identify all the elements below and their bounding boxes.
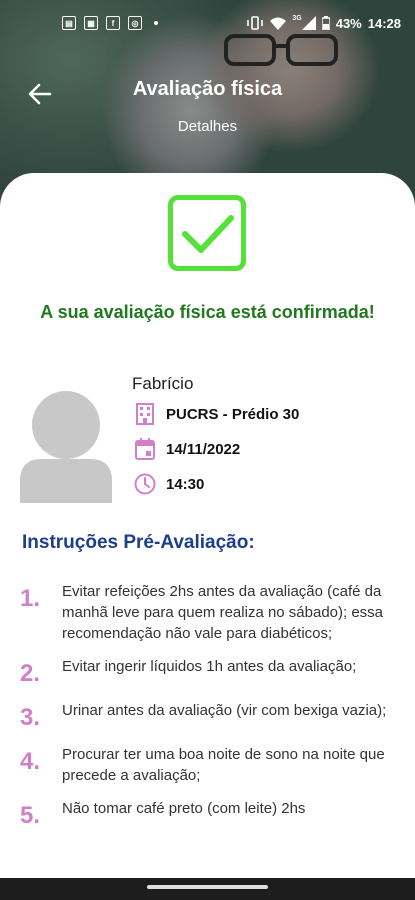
page-subtitle: Detalhes <box>177 118 238 135</box>
item-number: 1. <box>20 585 41 612</box>
instructions-title: Instruções Pré-Avaliação: <box>22 532 255 553</box>
building-icon <box>134 403 156 425</box>
list-item: 5. Não tomar café preto (com leite) 2hs <box>20 798 400 830</box>
time-row: 14:30 <box>134 473 204 495</box>
date-text: 14/11/2022 <box>166 440 241 458</box>
location-row: PUCRS - Prédio 30 <box>134 403 299 425</box>
item-number: 2. <box>20 660 41 687</box>
gallery-icon: ▦ <box>84 16 98 30</box>
item-number: 3. <box>20 704 41 731</box>
notification-icon: ▤ <box>62 16 76 30</box>
item-number: 4. <box>20 748 41 775</box>
signal-icon <box>301 16 316 30</box>
status-bar: ▤ ▦ f ◎ 3G 43% 14:28 <box>0 0 415 46</box>
wifi-icon <box>270 17 287 30</box>
vibrate-icon <box>247 16 264 30</box>
item-text: Urinar antes da avaliação (vir com bexig… <box>62 702 387 719</box>
location-text: PUCRS - Prédio 30 <box>166 405 300 423</box>
instructions-list: 1. Evitar refeições 2hs antes da avaliaç… <box>20 581 400 842</box>
item-number: 5. <box>20 802 41 829</box>
confirmation-message: A sua avaliação física está confirmada! <box>40 302 375 322</box>
user-avatar-icon <box>20 391 112 503</box>
item-text: Evitar ingerir líquidos 1h antes da aval… <box>62 658 357 675</box>
item-text: Procurar ter uma boa noite de sono na no… <box>62 746 385 784</box>
time-text: 14:30 <box>166 475 205 493</box>
list-item: 3. Urinar antes da avaliação (vir com be… <box>20 700 400 732</box>
list-item: 1. Evitar refeições 2hs antes da avaliaç… <box>20 581 400 644</box>
battery-icon <box>321 16 330 30</box>
item-text: Não tomar café preto (com leite) 2hs <box>62 800 306 817</box>
facebook-icon: f <box>106 16 120 30</box>
home-gesture-handle[interactable] <box>147 885 268 889</box>
page-title: Avaliação física <box>132 78 283 100</box>
network-type: 3G <box>292 14 302 22</box>
instagram-icon: ◎ <box>128 16 142 30</box>
clock: 14:28 <box>367 15 401 31</box>
more-notifications-dot <box>154 21 158 25</box>
date-row: 14/11/2022 <box>134 438 240 460</box>
calendar-icon <box>134 438 156 460</box>
app-bar: Avaliação física Detalhes <box>0 70 415 150</box>
list-item: 2. Evitar ingerir líquidos 1h antes da a… <box>20 656 400 688</box>
details-card: A sua avaliação física está confirmada! … <box>0 173 415 878</box>
clock-icon <box>134 473 156 495</box>
item-text: Evitar refeições 2hs antes da avaliação … <box>62 583 384 642</box>
battery-percent: 43% <box>335 15 362 31</box>
confirmation-check-icon <box>168 195 246 271</box>
user-name: Fabrício <box>132 374 194 393</box>
list-item: 4. Procurar ter uma boa noite de sono na… <box>20 744 400 786</box>
system-nav-bar <box>0 878 415 900</box>
